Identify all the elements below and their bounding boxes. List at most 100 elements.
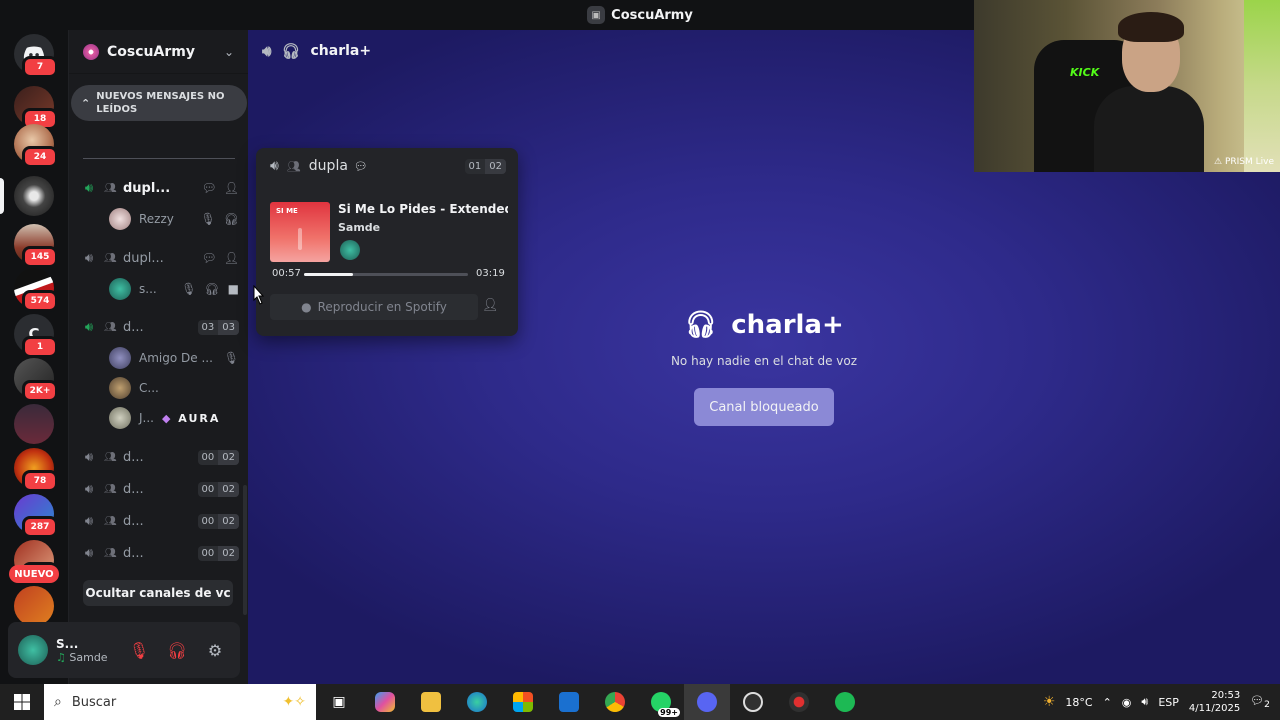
speaker-icon: 🔊︎	[84, 250, 94, 266]
chevron-up-icon[interactable]: ⌃	[1103, 696, 1112, 709]
sparkle-icon: ✦✧	[282, 694, 306, 710]
window-title: CoscuArmy	[611, 7, 693, 23]
server-icon-2[interactable]: 18	[14, 86, 58, 130]
unread-badge: 145	[22, 246, 58, 268]
new-messages-pill[interactable]: ⌃ NUEVOS MENSAJES NO LEÍDOS	[71, 85, 247, 121]
whatsapp-badge: 99+	[658, 708, 680, 717]
user-panel: S... ♫ Samde 🎙︎ 🎧︎ ⚙	[8, 622, 240, 678]
voice-channel-dupla-1[interactable]: 🔊︎ 👥︎ dupl... 💬︎ 👤︎	[81, 176, 239, 200]
album-art-caption: SI ME	[276, 207, 298, 215]
search-placeholder: Buscar	[71, 694, 117, 710]
notification-icon[interactable]: 💬︎2	[1250, 694, 1270, 710]
start-button[interactable]	[0, 684, 44, 720]
weather-temp[interactable]: 18°C	[1065, 696, 1092, 709]
store-button[interactable]	[500, 684, 546, 720]
server-rail: 7 18 24 145 574 C 1 2K+ 78 287	[0, 30, 68, 684]
server-icon-3[interactable]: 24	[14, 124, 58, 168]
voice-user-amigo[interactable]: Amigo De ... 🎙︎	[109, 346, 239, 370]
copilot-button[interactable]	[362, 684, 408, 720]
server-icon-5[interactable]: 145	[14, 224, 58, 268]
listen-along-icon[interactable]: 👤︎	[482, 298, 499, 313]
deafen-button[interactable]: 🎧︎	[162, 635, 192, 665]
server-icon-8[interactable]: 2K+	[14, 358, 58, 402]
users-icon: 👥︎	[286, 159, 301, 173]
chevron-up-icon: ⌃	[81, 96, 91, 110]
mic-muted-icon: 🎙︎	[223, 351, 239, 365]
sidebar-scrollbar[interactable]	[243, 485, 247, 615]
search-icon: ⌕	[54, 694, 62, 710]
voice-user-c[interactable]: C...	[109, 376, 239, 400]
spotify-icon: ●	[301, 300, 312, 314]
chat-icon[interactable]: 💬︎	[202, 251, 217, 265]
direct-messages-button[interactable]: 7	[14, 34, 58, 78]
store-icon	[513, 692, 533, 712]
user-name: Rezzy	[139, 212, 174, 226]
voice-channel-7[interactable]: 🔊︎ 👥︎ d... 00 02	[81, 541, 239, 565]
task-view-button[interactable]: ▣	[316, 684, 362, 720]
edge-icon	[467, 692, 487, 712]
unread-badge: 574	[22, 290, 58, 312]
streamer-hair	[1118, 12, 1184, 42]
new-server-badge: NUEVO	[9, 565, 59, 583]
server-icon-11[interactable]: 287	[14, 494, 58, 538]
unread-badge: 24	[22, 146, 58, 168]
server-icon-c[interactable]: C 1	[14, 314, 58, 358]
speaker-icon: 🔊︎	[262, 42, 272, 60]
voice-channel-6[interactable]: 🔊︎ 👥︎ d... 00 02	[81, 509, 239, 533]
channel-header: 🔊︎ 🎧︎ charla+	[262, 42, 371, 60]
speaker-icon: 🔊︎	[84, 180, 94, 196]
server-icon-13[interactable]	[14, 586, 54, 626]
invite-icon[interactable]: 👤︎	[224, 251, 239, 265]
desktop: ▣ CoscuArmy 7 18 24 145 574 C 1 2K+ 78 2…	[0, 0, 1280, 720]
avatar	[109, 347, 131, 369]
language-indicator[interactable]: ESP	[1158, 696, 1179, 709]
user-avatar[interactable]	[18, 635, 48, 665]
clock[interactable]: 20:53 4/11/2025	[1189, 689, 1240, 715]
chair-logo: KICK	[1070, 66, 1100, 79]
invite-icon[interactable]: 👤︎	[224, 181, 239, 195]
new-messages-label: NUEVOS MENSAJES NO LEÍDOS	[96, 91, 225, 115]
voice-channel-3[interactable]: 🔊︎ 👥︎ d... 03 03	[81, 315, 239, 339]
voice-channel-dupla-2[interactable]: 🔊︎ 👥︎ dupl... 💬︎ 👤︎	[81, 246, 239, 270]
taskbar-search[interactable]: ⌕ Buscar ✦✧	[44, 684, 316, 720]
user-settings-button[interactable]: ⚙	[200, 635, 230, 665]
camera-icon: ■	[227, 282, 239, 296]
unread-badge: 7	[22, 56, 58, 78]
mute-mic-button[interactable]: 🎙︎	[124, 635, 154, 665]
server-header[interactable]: CoscuArmy ⌄	[69, 30, 248, 74]
prism-live-watermark: ⚠ PRISM Live	[1214, 157, 1274, 167]
user-limit-counter: 03 03	[197, 319, 239, 335]
volume-icon[interactable]: 🔊︎	[1141, 695, 1148, 709]
server-icon-9[interactable]	[14, 404, 54, 444]
voice-channel-4[interactable]: 🔊︎ 👥︎ d... 00 02	[81, 445, 239, 469]
file-explorer-button[interactable]	[408, 684, 454, 720]
channel-locked-button[interactable]: Canal bloqueado	[694, 388, 834, 426]
server-icon-6[interactable]: 574	[14, 268, 58, 312]
play-on-spotify-button[interactable]: ● Reproducir en Spotify	[270, 294, 478, 320]
server-name: CoscuArmy	[107, 43, 195, 60]
voice-user-rezzy[interactable]: Rezzy 🎙︎ 🎧︎	[109, 207, 239, 231]
chat-icon[interactable]: 💬︎	[202, 181, 217, 195]
streamer-body	[1094, 86, 1204, 172]
discord-button[interactable]	[684, 684, 730, 720]
edge-button[interactable]	[454, 684, 500, 720]
spotify-icon	[835, 692, 855, 712]
voice-user-j[interactable]: J... ◆ AURA	[109, 406, 239, 430]
network-icon[interactable]: ◉	[1122, 696, 1132, 709]
hide-voice-channels-button[interactable]: Ocultar canales de vc	[83, 580, 233, 606]
track-title: Si Me Lo Pides - Extended ...	[338, 202, 508, 216]
recorder-button[interactable]	[776, 684, 822, 720]
recorder-icon	[789, 692, 809, 712]
headphones-icon: 🎧︎	[281, 42, 301, 60]
voice-channel-5[interactable]: 🔊︎ 👥︎ d... 00 02	[81, 477, 239, 501]
server-icon-10[interactable]: 78	[14, 448, 58, 492]
whatsapp-button[interactable]: 99+	[638, 684, 684, 720]
spotify-button[interactable]	[822, 684, 868, 720]
mic-muted-icon: 🎙︎	[200, 212, 216, 226]
user-name: J...	[139, 411, 154, 425]
chrome-button[interactable]	[592, 684, 638, 720]
obs-button[interactable]	[730, 684, 776, 720]
voice-user-s[interactable]: s... 🎙︎ 🎧︎ ■	[109, 277, 239, 301]
outlook-button[interactable]	[546, 684, 592, 720]
server-icon-coscuarmy[interactable]	[14, 176, 54, 216]
